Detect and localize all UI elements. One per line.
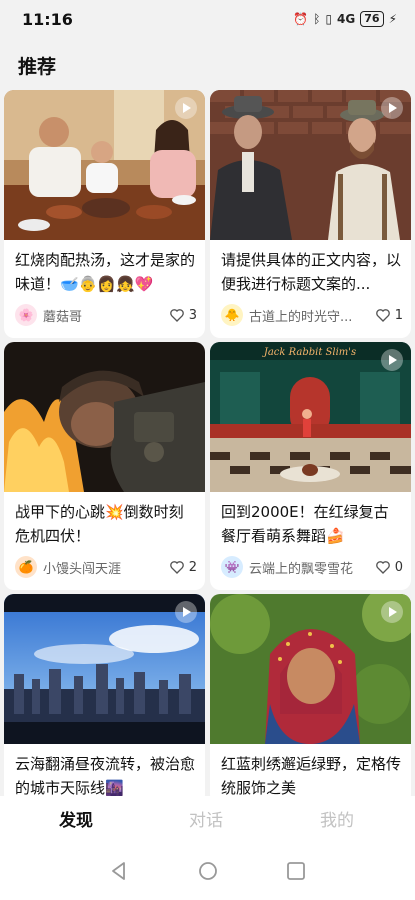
author-name[interactable]: 蘑菇哥 <box>43 306 169 325</box>
play-icon <box>175 601 197 623</box>
tab-discover[interactable]: 发现 <box>59 806 93 831</box>
play-icon <box>175 97 197 119</box>
play-icon <box>381 349 403 371</box>
status-icons: ⏰ ᛒ ▯ 4G 76 ⚡ <box>293 11 397 27</box>
card-footer: 🐥 古道上的时光守... 1 <box>221 303 403 327</box>
like-count: 3 <box>188 307 197 323</box>
play-icon <box>381 97 403 119</box>
recents-icon[interactable] <box>283 858 309 884</box>
card-image-retro-diner: Jack Rabbit Slim's <box>210 342 411 492</box>
feed-card[interactable]: 红蓝刺绣邂逅绿野，定格传统服饰之美 <box>210 594 411 796</box>
author-name[interactable]: 云端上的飘零雪花 <box>249 558 375 577</box>
author-name[interactable]: 古道上的时光守... <box>249 306 375 325</box>
avatar[interactable]: 🍊 <box>15 556 37 578</box>
bluetooth-icon: ᛒ <box>313 12 321 26</box>
charging-icon: ⚡ <box>388 12 397 26</box>
play-icon <box>381 601 403 623</box>
feed-card[interactable]: 战甲下的心跳💥倒数时刻危机四伏！ 🍊 小馒头闯天涯 2 <box>4 342 205 590</box>
avatar[interactable]: 🌸 <box>15 304 37 326</box>
like-count: 0 <box>394 559 403 575</box>
heart-icon[interactable] <box>169 307 185 323</box>
card-title: 战甲下的心跳💥倒数时刻危机四伏！ <box>15 503 184 545</box>
home-icon[interactable] <box>195 858 221 884</box>
card-image-family-dinner <box>4 90 205 240</box>
card-footer: 👾 云端上的飘零雪花 0 <box>221 555 403 579</box>
like-count: 1 <box>394 307 403 323</box>
card-title: 红蓝刺绣邂逅绿野，定格传统服饰之美 <box>221 755 402 796</box>
card-title: 请提供具体的正文内容，以便我进行标题文案的... <box>221 251 402 293</box>
card-title: 红烧肉配热汤，这才是家的味道！🥣👵👩👧💖 <box>15 251 196 293</box>
card-title: 回到2000E！在红绿复古餐厅看萌系舞蹈🍰 <box>221 503 389 545</box>
feed[interactable]: 红烧肉配热汤，这才是家的味道！🥣👵👩👧💖 🌸 蘑菇哥 3 请提供具体的正文内容，… <box>0 88 415 796</box>
tab-chat[interactable]: 对话 <box>189 806 223 831</box>
heart-icon[interactable] <box>375 307 391 323</box>
signal-icon: 4G <box>337 12 356 26</box>
tab-mine[interactable]: 我的 <box>320 806 354 831</box>
avatar[interactable]: 👾 <box>221 556 243 578</box>
author-name[interactable]: 小馒头闯天涯 <box>43 558 169 577</box>
card-footer: 🍊 小馒头闯天涯 2 <box>15 555 197 579</box>
card-footer: 🌸 蘑菇哥 3 <box>15 303 197 327</box>
bottom-nav: 发现 对话 我的 <box>0 796 415 840</box>
alarm-icon: ⏰ <box>293 12 309 26</box>
card-title: 云海翻涌昼夜流转，被治愈的城市天际线🌆 <box>15 755 196 796</box>
card-image-city-skyline <box>4 594 205 744</box>
feed-card[interactable]: 云海翻涌昼夜流转，被治愈的城市天际线🌆 <box>4 594 205 796</box>
card-image-two-men <box>210 90 411 240</box>
card-image-woman-headscarf <box>210 594 411 744</box>
status-bar: 11:16 ⏰ ᛒ ▯ 4G 76 ⚡ <box>0 0 415 40</box>
feed-card[interactable]: 红烧肉配热汤，这才是家的味道！🥣👵👩👧💖 🌸 蘑菇哥 3 <box>4 90 205 338</box>
vibrate-icon: ▯ <box>325 12 333 26</box>
heart-icon[interactable] <box>169 559 185 575</box>
avatar[interactable]: 🐥 <box>221 304 243 326</box>
heart-icon[interactable] <box>375 559 391 575</box>
system-nav-bar <box>0 840 415 900</box>
like-count: 2 <box>188 559 197 575</box>
diner-sign: Jack Rabbit Slim's <box>262 347 356 358</box>
feed-card[interactable]: Jack Rabbit Slim's 回到2000E！在红绿复古餐厅看萌系舞蹈🍰… <box>210 342 411 590</box>
page-title: 推荐 <box>18 56 57 78</box>
card-image-soldier-fire <box>4 342 205 492</box>
status-time: 11:16 <box>22 10 73 29</box>
back-icon[interactable] <box>106 858 132 884</box>
battery-icon: 76 <box>360 11 384 27</box>
feed-card[interactable]: 请提供具体的正文内容，以便我进行标题文案的... 🐥 古道上的时光守... 1 <box>210 90 411 338</box>
